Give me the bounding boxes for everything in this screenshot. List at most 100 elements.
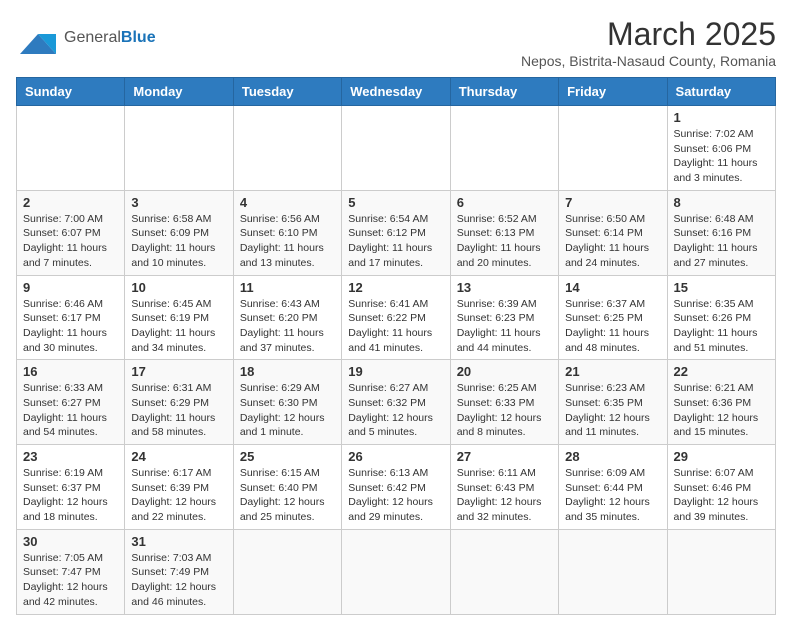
- day-info: Sunrise: 7:03 AM Sunset: 7:49 PM Dayligh…: [131, 551, 226, 610]
- calendar-week-2: 2 Sunrise: 7:00 AM Sunset: 6:07 PM Daylig…: [17, 190, 776, 275]
- calendar-cell: 14Sunrise: 6:37 AM Sunset: 6:25 PM Dayli…: [559, 275, 667, 360]
- calendar-cell: 12 Sunrise: 6:41 AM Sunset: 6:22 PM Dayli…: [342, 275, 450, 360]
- calendar-cell: 17 Sunrise: 6:31 AM Sunset: 6:29 PM Dayli…: [125, 360, 233, 445]
- title-block: March 2025 Nepos, Bistrita-Nasaud County…: [521, 16, 776, 69]
- calendar-cell: [233, 529, 341, 614]
- day-number: 27: [457, 449, 552, 464]
- logo: GeneralBlue: [16, 16, 156, 60]
- calendar-cell: 18 Sunrise: 6:29 AM Sunset: 6:30 PM Dayli…: [233, 360, 341, 445]
- month-title: March 2025: [521, 16, 776, 53]
- day-info: Sunrise: 6:11 AM Sunset: 6:43 PM Dayligh…: [457, 466, 552, 525]
- day-number: 18: [240, 364, 335, 379]
- day-info: Sunrise: 6:37 AM Sunset: 6:25 PM Dayligh…: [565, 297, 660, 356]
- day-number: 20: [457, 364, 552, 379]
- day-number: 26: [348, 449, 443, 464]
- day-number: 11: [240, 280, 335, 295]
- calendar-cell: [450, 106, 558, 191]
- day-info: Sunrise: 6:33 AM Sunset: 6:27 PM Dayligh…: [23, 381, 118, 440]
- day-number: 23: [23, 449, 118, 464]
- day-info: Sunrise: 6:15 AM Sunset: 6:40 PM Dayligh…: [240, 466, 335, 525]
- day-number: 25: [240, 449, 335, 464]
- calendar-week-3: 9 Sunrise: 6:46 AM Sunset: 6:17 PM Daylig…: [17, 275, 776, 360]
- day-number: 6: [457, 195, 552, 210]
- weekday-header-tuesday: Tuesday: [233, 78, 341, 106]
- day-info: Sunrise: 6:43 AM Sunset: 6:20 PM Dayligh…: [240, 297, 335, 356]
- calendar-cell: [125, 106, 233, 191]
- calendar-cell: 22 Sunrise: 6:21 AM Sunset: 6:36 PM Dayli…: [667, 360, 775, 445]
- day-info: Sunrise: 7:02 AM Sunset: 6:06 PM Dayligh…: [674, 127, 769, 186]
- weekday-header-sunday: Sunday: [17, 78, 125, 106]
- calendar-cell: 11 Sunrise: 6:43 AM Sunset: 6:20 PM Dayli…: [233, 275, 341, 360]
- calendar-cell: 2 Sunrise: 7:00 AM Sunset: 6:07 PM Daylig…: [17, 190, 125, 275]
- calendar-cell: [450, 529, 558, 614]
- calendar-cell: 4 Sunrise: 6:56 AM Sunset: 6:10 PM Daylig…: [233, 190, 341, 275]
- calendar-cell: [17, 106, 125, 191]
- day-info: Sunrise: 6:58 AM Sunset: 6:09 PM Dayligh…: [131, 212, 226, 271]
- weekday-header-thursday: Thursday: [450, 78, 558, 106]
- day-number: 15: [674, 280, 769, 295]
- calendar-cell: 23 Sunrise: 6:19 AM Sunset: 6:37 PM Dayli…: [17, 445, 125, 530]
- day-info: Sunrise: 6:07 AM Sunset: 6:46 PM Dayligh…: [674, 466, 769, 525]
- day-info: Sunrise: 6:39 AM Sunset: 6:23 PM Dayligh…: [457, 297, 552, 356]
- day-info: Sunrise: 6:27 AM Sunset: 6:32 PM Dayligh…: [348, 381, 443, 440]
- calendar-cell: 5Sunrise: 6:54 AM Sunset: 6:12 PM Daylig…: [342, 190, 450, 275]
- generalblue-logo-icon: [16, 16, 60, 60]
- day-number: 5: [348, 195, 443, 210]
- calendar-week-6: 30 Sunrise: 7:05 AM Sunset: 7:47 PM Dayli…: [17, 529, 776, 614]
- weekday-header-friday: Friday: [559, 78, 667, 106]
- calendar-cell: 21Sunrise: 6:23 AM Sunset: 6:35 PM Dayli…: [559, 360, 667, 445]
- day-number: 12: [348, 280, 443, 295]
- day-info: Sunrise: 6:35 AM Sunset: 6:26 PM Dayligh…: [674, 297, 769, 356]
- calendar-cell: 31 Sunrise: 7:03 AM Sunset: 7:49 PM Dayli…: [125, 529, 233, 614]
- calendar-cell: [342, 529, 450, 614]
- calendar-cell: 16 Sunrise: 6:33 AM Sunset: 6:27 PM Dayli…: [17, 360, 125, 445]
- calendar-cell: 26Sunrise: 6:13 AM Sunset: 6:42 PM Dayli…: [342, 445, 450, 530]
- day-info: Sunrise: 6:31 AM Sunset: 6:29 PM Dayligh…: [131, 381, 226, 440]
- calendar-cell: 1 Sunrise: 7:02 AM Sunset: 6:06 PM Daylig…: [667, 106, 775, 191]
- day-number: 13: [457, 280, 552, 295]
- calendar-cell: 28 Sunrise: 6:09 AM Sunset: 6:44 PM Dayli…: [559, 445, 667, 530]
- day-number: 7: [565, 195, 660, 210]
- day-number: 19: [348, 364, 443, 379]
- day-number: 22: [674, 364, 769, 379]
- day-number: 3: [131, 195, 226, 210]
- day-number: 17: [131, 364, 226, 379]
- day-info: Sunrise: 6:25 AM Sunset: 6:33 PM Dayligh…: [457, 381, 552, 440]
- day-number: 30: [23, 534, 118, 549]
- day-number: 16: [23, 364, 118, 379]
- day-info: Sunrise: 6:50 AM Sunset: 6:14 PM Dayligh…: [565, 212, 660, 271]
- calendar-week-5: 23 Sunrise: 6:19 AM Sunset: 6:37 PM Dayli…: [17, 445, 776, 530]
- calendar-cell: 9 Sunrise: 6:46 AM Sunset: 6:17 PM Daylig…: [17, 275, 125, 360]
- day-number: 29: [674, 449, 769, 464]
- calendar-cell: 20 Sunrise: 6:25 AM Sunset: 6:33 PM Dayli…: [450, 360, 558, 445]
- day-info: Sunrise: 6:41 AM Sunset: 6:22 PM Dayligh…: [348, 297, 443, 356]
- day-number: 2: [23, 195, 118, 210]
- calendar-week-4: 16 Sunrise: 6:33 AM Sunset: 6:27 PM Dayli…: [17, 360, 776, 445]
- day-number: 1: [674, 110, 769, 125]
- calendar-cell: 29 Sunrise: 6:07 AM Sunset: 6:46 PM Dayli…: [667, 445, 775, 530]
- calendar-cell: [342, 106, 450, 191]
- day-number: 31: [131, 534, 226, 549]
- day-info: Sunrise: 6:21 AM Sunset: 6:36 PM Dayligh…: [674, 381, 769, 440]
- day-info: Sunrise: 6:56 AM Sunset: 6:10 PM Dayligh…: [240, 212, 335, 271]
- day-info: Sunrise: 6:45 AM Sunset: 6:19 PM Dayligh…: [131, 297, 226, 356]
- day-info: Sunrise: 6:52 AM Sunset: 6:13 PM Dayligh…: [457, 212, 552, 271]
- weekday-header-monday: Monday: [125, 78, 233, 106]
- calendar-table: SundayMondayTuesdayWednesdayThursdayFrid…: [16, 77, 776, 615]
- day-info: Sunrise: 6:29 AM Sunset: 6:30 PM Dayligh…: [240, 381, 335, 440]
- calendar-cell: 7 Sunrise: 6:50 AM Sunset: 6:14 PM Daylig…: [559, 190, 667, 275]
- page-header: GeneralBlue March 2025 Nepos, Bistrita-N…: [16, 16, 776, 69]
- calendar-header-row: SundayMondayTuesdayWednesdayThursdayFrid…: [17, 78, 776, 106]
- day-info: Sunrise: 6:46 AM Sunset: 6:17 PM Dayligh…: [23, 297, 118, 356]
- calendar-cell: 15 Sunrise: 6:35 AM Sunset: 6:26 PM Dayli…: [667, 275, 775, 360]
- day-number: 9: [23, 280, 118, 295]
- calendar-cell: 25 Sunrise: 6:15 AM Sunset: 6:40 PM Dayli…: [233, 445, 341, 530]
- day-info: Sunrise: 6:09 AM Sunset: 6:44 PM Dayligh…: [565, 466, 660, 525]
- day-info: Sunrise: 6:19 AM Sunset: 6:37 PM Dayligh…: [23, 466, 118, 525]
- calendar-cell: 6 Sunrise: 6:52 AM Sunset: 6:13 PM Daylig…: [450, 190, 558, 275]
- day-info: Sunrise: 7:05 AM Sunset: 7:47 PM Dayligh…: [23, 551, 118, 610]
- day-number: 4: [240, 195, 335, 210]
- day-info: Sunrise: 7:00 AM Sunset: 6:07 PM Dayligh…: [23, 212, 118, 271]
- day-number: 28: [565, 449, 660, 464]
- day-number: 10: [131, 280, 226, 295]
